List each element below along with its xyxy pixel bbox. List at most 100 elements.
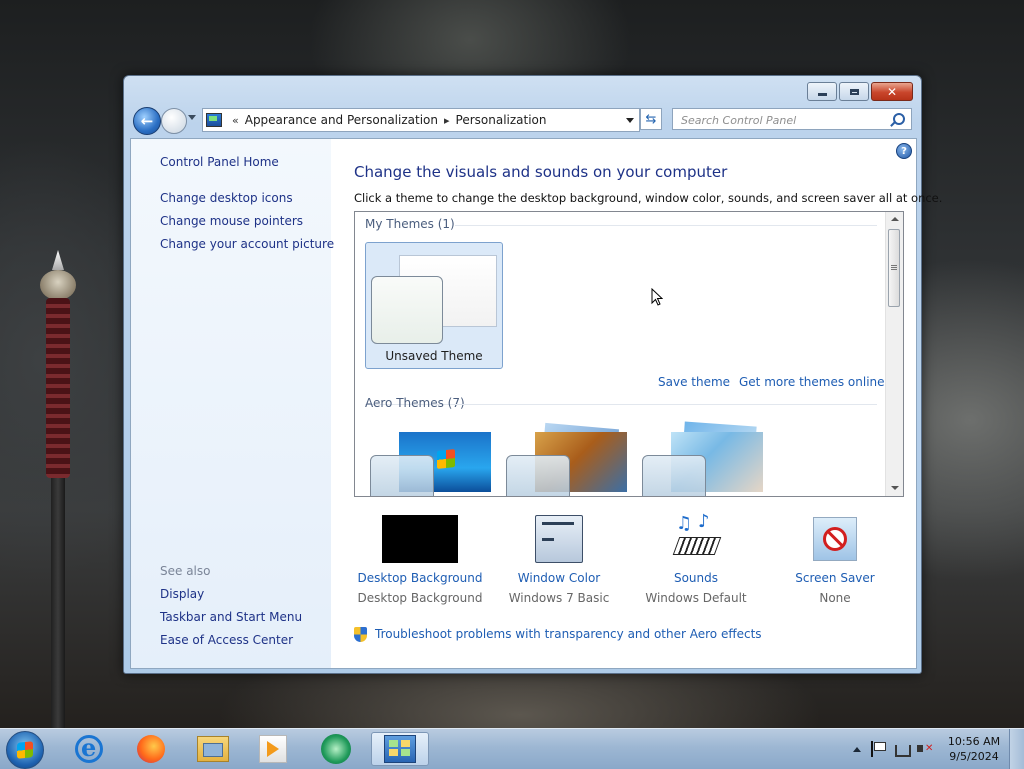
navigation-bar: ← « Appearance and Personalization ▸ Per… (132, 106, 913, 135)
breadcrumb-appearance[interactable]: Appearance and Personalization (245, 113, 438, 127)
characters-theme-tile[interactable] (637, 421, 767, 496)
clock-time: 10:56 AM (947, 735, 1001, 748)
address-dropdown-icon[interactable] (626, 117, 634, 123)
window-color-icon (535, 515, 583, 563)
theme-preview-window (642, 455, 706, 496)
get-more-themes-link[interactable]: Get more themes online (739, 375, 885, 389)
scroll-up-icon[interactable] (891, 217, 899, 221)
maximize-button[interactable] (839, 82, 869, 101)
screen-saver-label[interactable]: Screen Saver (765, 571, 905, 585)
clock[interactable]: 10:56 AM 9/5/2024 (939, 734, 1009, 764)
theme-list-scrollbar[interactable] (885, 212, 903, 496)
page-title: Change the visuals and sounds on your co… (354, 163, 728, 181)
taskbar-media-player[interactable] (247, 732, 299, 766)
my-themes-group-label: My Themes (1) (365, 217, 455, 231)
window-color-value: Windows 7 Basic (508, 591, 610, 605)
screen-saver-setting[interactable]: Screen Saver None (765, 514, 905, 605)
windows-7-theme-tile[interactable] (365, 426, 495, 496)
unsaved-theme-tile[interactable]: Unsaved Theme (365, 242, 503, 369)
breadcrumb-personalization[interactable]: Personalization (456, 113, 547, 127)
scrollbar-thumb[interactable] (888, 229, 900, 307)
content-area: Control Panel Home Change desktop icons … (130, 138, 942, 669)
refresh-button[interactable]: ⇆ (640, 108, 662, 130)
notification-area: 10:56 AM 9/5/2024 (853, 729, 1024, 769)
screen-saver-icon (813, 517, 857, 561)
back-button[interactable]: ← (133, 107, 161, 135)
firefox-icon (137, 735, 165, 763)
minimize-icon (817, 92, 827, 96)
help-icon: ? (901, 145, 907, 157)
ease-of-access-link[interactable]: Ease of Access Center (160, 633, 293, 647)
internet-explorer-icon (75, 733, 103, 763)
aero-themes-group-label: Aero Themes (7) (365, 396, 465, 410)
screen-saver-value: None (819, 591, 851, 605)
media-player-icon (259, 735, 287, 763)
volume-muted-icon[interactable] (917, 741, 933, 757)
search-input[interactable] (679, 110, 888, 130)
mouse-pointer-icon (651, 288, 663, 306)
scroll-down-icon[interactable] (891, 486, 899, 490)
control-panel-icon (206, 113, 222, 127)
desktop-background-setting[interactable]: Desktop Background Desktop Background (350, 514, 490, 605)
personalization-window: ✕ ← « Appearance and Personalization ▸ P… (123, 75, 942, 674)
desktop-background-value: Desktop Background (357, 591, 483, 605)
search-icon[interactable] (893, 113, 905, 125)
window-color-setting[interactable]: Window Color Windows 7 Basic (489, 514, 629, 605)
breadcrumb-separator-icon[interactable]: ▸ (444, 114, 450, 127)
taskbar-app[interactable] (310, 732, 362, 766)
clock-date: 9/5/2024 (949, 750, 999, 763)
save-theme-link[interactable]: Save theme (658, 375, 730, 389)
close-icon: ✕ (886, 84, 898, 99)
change-mouse-pointers-link[interactable]: Change mouse pointers (160, 214, 303, 228)
sounds-setting[interactable]: ♫ ♪ Sounds Windows Default (626, 513, 766, 606)
breadcrumb-overflow[interactable]: « (232, 114, 239, 127)
windows-logo-icon (437, 449, 455, 469)
display-link[interactable]: Display (160, 587, 204, 601)
show-hidden-icons-button[interactable] (853, 746, 861, 752)
help-button[interactable]: ? (896, 143, 912, 159)
caption-buttons: ✕ (807, 82, 913, 101)
sounds-value: Windows Default (645, 591, 747, 605)
theme-preview-window (370, 455, 434, 496)
action-center-flag-icon[interactable] (871, 741, 889, 757)
close-button[interactable]: ✕ (871, 82, 913, 101)
network-icon[interactable] (895, 745, 911, 757)
taskbar-internet-explorer[interactable] (63, 732, 115, 766)
theme-preview-window (371, 276, 443, 344)
window-color-label[interactable]: Window Color (489, 571, 629, 585)
taskbar-firefox[interactable] (125, 732, 177, 766)
desktop-background-label[interactable]: Desktop Background (350, 571, 490, 585)
taskbar: 10:56 AM 9/5/2024 (0, 728, 1024, 769)
forward-button[interactable] (161, 108, 187, 134)
wallpaper-sword (40, 250, 76, 728)
app-icon (321, 734, 351, 764)
taskbar-start-menu-link[interactable]: Taskbar and Start Menu (160, 610, 302, 624)
taskbar-control-panel[interactable] (371, 732, 429, 766)
search-box[interactable] (672, 108, 912, 130)
group-divider (455, 404, 877, 405)
page-subtitle: Click a theme to change the desktop back… (354, 191, 943, 205)
change-account-picture-link[interactable]: Change your account picture (160, 237, 334, 251)
change-desktop-icons-link[interactable]: Change desktop icons (160, 191, 293, 205)
thumb-grip-icon (891, 265, 897, 271)
recent-pages-dropdown[interactable] (188, 115, 196, 120)
troubleshoot-aero-link[interactable]: Troubleshoot problems with transparency … (375, 627, 762, 641)
back-arrow-icon: ← (140, 112, 154, 130)
architecture-theme-tile[interactable] (501, 422, 631, 496)
start-button[interactable] (6, 731, 44, 769)
main-pane: ? Change the visuals and sounds on your … (331, 139, 942, 668)
show-desktop-button[interactable] (1009, 729, 1024, 769)
taskbar-file-explorer[interactable] (187, 732, 239, 766)
see-also-heading: See also (160, 564, 211, 578)
control-panel-icon (384, 735, 416, 763)
desktop-background-icon (382, 515, 458, 563)
sounds-icon: ♫ ♪ (672, 513, 722, 561)
group-divider (455, 225, 877, 226)
refresh-icon: ⇆ (645, 111, 657, 127)
theme-preview-window (506, 455, 570, 496)
sounds-label[interactable]: Sounds (626, 571, 766, 585)
minimize-button[interactable] (807, 82, 837, 101)
address-bar[interactable]: « Appearance and Personalization ▸ Perso… (202, 108, 640, 132)
windows-logo-icon (17, 741, 33, 759)
control-panel-home-link[interactable]: Control Panel Home (160, 155, 279, 169)
